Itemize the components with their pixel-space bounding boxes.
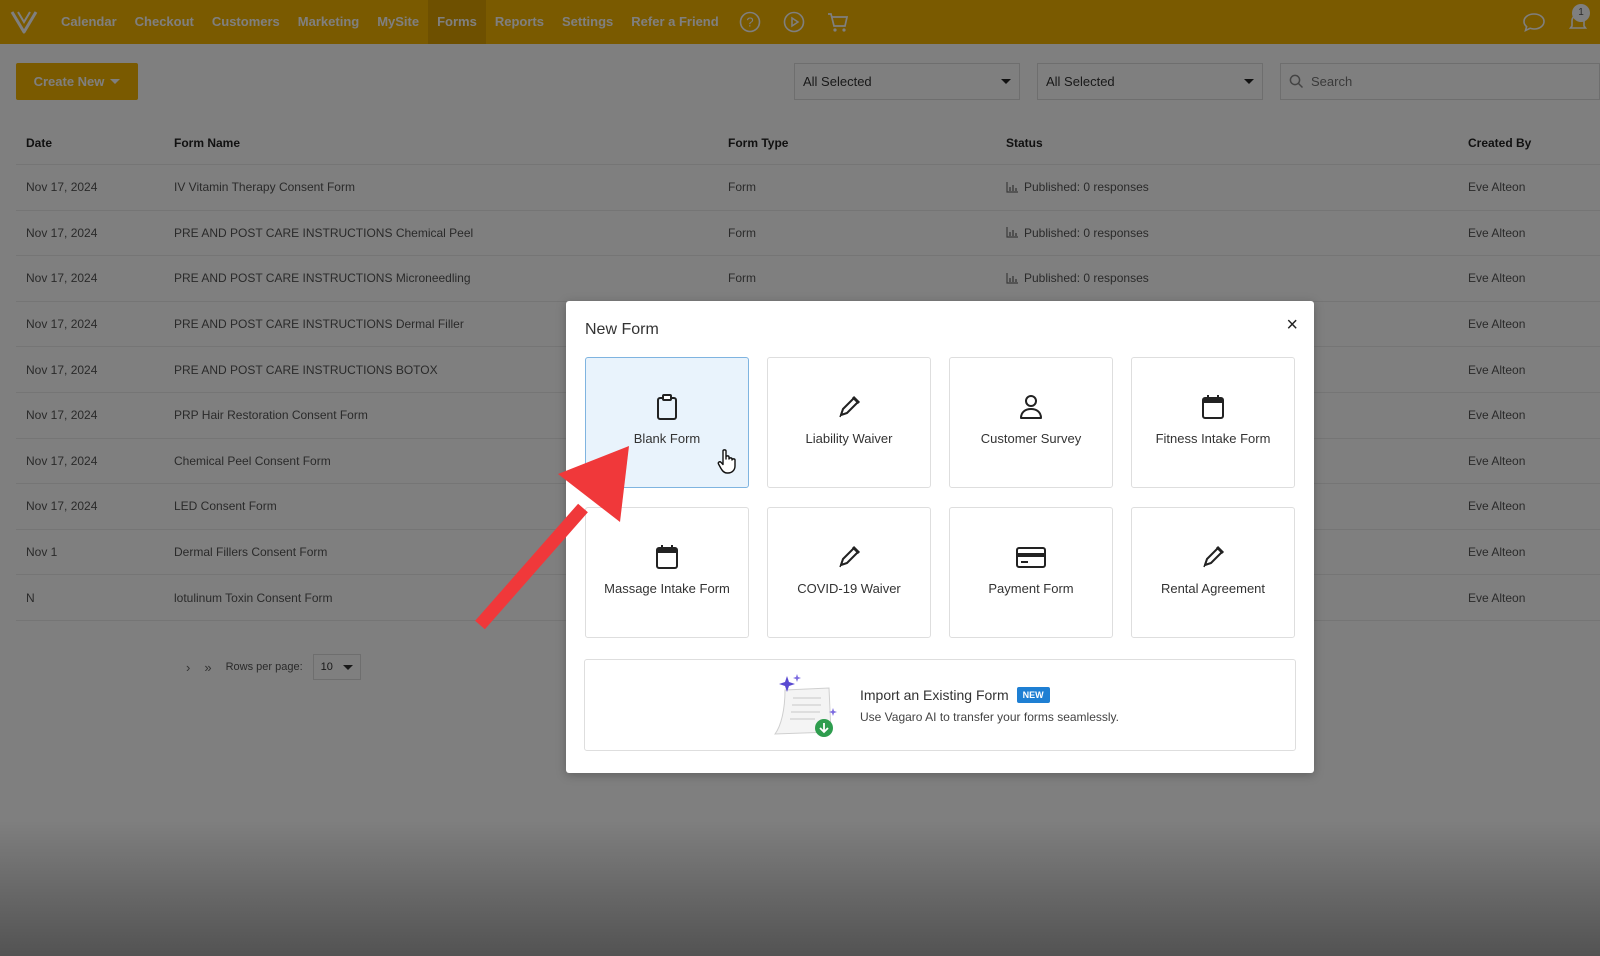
import-title: Import an Existing Form: [860, 686, 1009, 703]
new-badge: NEW: [1016, 686, 1050, 703]
card-liability-waiver[interactable]: Liability Waiver: [767, 357, 931, 488]
calendar-icon: [1200, 392, 1226, 422]
credit-card-icon: [1015, 542, 1047, 572]
new-form-modal: New Form × Blank Form Liability Waiver C…: [566, 301, 1314, 773]
calendar-icon: [654, 542, 680, 572]
card-rental-agreement[interactable]: Rental Agreement: [1131, 507, 1295, 638]
card-covid-19-waiver[interactable]: COVID-19 Waiver: [767, 507, 931, 638]
user-icon: [1018, 392, 1044, 422]
card-label: Blank Form: [633, 431, 701, 446]
card-customer-survey[interactable]: Customer Survey: [949, 357, 1113, 488]
import-text: Import an Existing Form NEW Use Vagaro A…: [860, 686, 1119, 724]
card-payment-form[interactable]: Payment Form: [949, 507, 1113, 638]
card-label: Massage Intake Form: [604, 581, 730, 596]
card-label: Liability Waiver: [805, 431, 893, 446]
card-label: Payment Form: [988, 581, 1074, 596]
modal-title: New Form: [585, 321, 659, 338]
card-label: Customer Survey: [980, 431, 1082, 446]
card-label: Rental Agreement: [1160, 581, 1266, 596]
import-document-icon: [765, 670, 841, 740]
import-existing-form-card[interactable]: Import an Existing Form NEW Use Vagaro A…: [584, 659, 1296, 751]
card-label: COVID-19 Waiver: [797, 581, 901, 596]
pen-icon: [835, 392, 863, 422]
close-icon[interactable]: ×: [1286, 315, 1298, 335]
card-massage-intake-form[interactable]: Massage Intake Form: [585, 507, 749, 638]
clipboard-icon: [655, 392, 679, 422]
card-fitness-intake-form[interactable]: Fitness Intake Form: [1131, 357, 1295, 488]
pen-icon: [1199, 542, 1227, 572]
import-title-row: Import an Existing Form NEW: [860, 686, 1119, 703]
bottom-shade: [0, 820, 1600, 956]
card-label: Fitness Intake Form: [1155, 431, 1271, 446]
hand-pointer-cursor-icon: [716, 447, 740, 480]
pen-icon: [835, 542, 863, 572]
import-subtitle: Use Vagaro AI to transfer your forms sea…: [860, 709, 1119, 724]
